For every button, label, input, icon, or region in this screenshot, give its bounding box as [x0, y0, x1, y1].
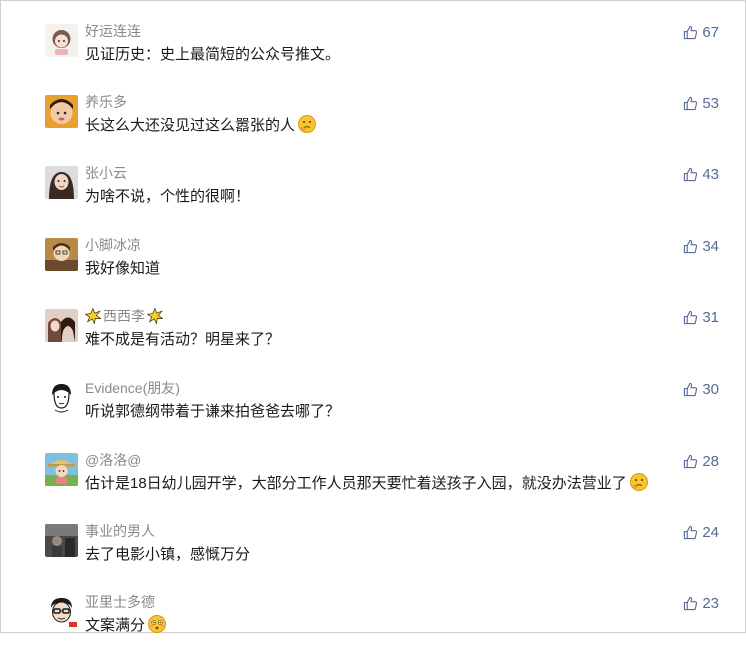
comment-item: 养乐多 长这么大还没见过这么嚣张的人 53 [1, 92, 745, 167]
like-button[interactable]: 24 [683, 522, 719, 542]
comment-list: 好运连连 见证历史：史上最简短的公众号推文。 67 养乐多 长这么大还没见过这么… [1, 1, 745, 634]
like-count: 30 [702, 380, 719, 398]
avatar[interactable] [45, 595, 78, 628]
thinking-face-emoji [298, 115, 317, 133]
comment-author: 西西李 [85, 306, 163, 326]
avatar[interactable] [45, 524, 78, 557]
thumbs-up-icon [684, 239, 698, 253]
sparkle-star-icon [147, 308, 163, 324]
comment-text: 文案满分 [85, 613, 167, 635]
thumbs-up-icon [684, 25, 698, 39]
comment-author: 张小云 [85, 163, 127, 183]
thumbs-up-icon [684, 454, 698, 468]
avatar[interactable] [45, 309, 78, 342]
comment-body: 难不成是有活动？明星来了？ [85, 330, 281, 348]
like-button[interactable]: 30 [683, 379, 719, 399]
comment-author: @洛洛@ [85, 450, 141, 470]
avatar[interactable] [45, 95, 78, 128]
comment-item: 好运连连 见证历史：史上最简短的公众号推文。 67 [1, 21, 745, 96]
comment-text: 我好像知道 [85, 256, 160, 278]
thumbs-up-icon [684, 596, 698, 610]
author-name: @洛洛@ [85, 452, 142, 468]
comment-body: 估计是18日幼儿园开学，大部分工作人员那天要忙着送孩子入园，就没办法营业了 [85, 474, 627, 492]
author-name: 西西李 [103, 308, 145, 324]
comment-author: 亚里士多德 [85, 592, 155, 612]
comment-text: 为啥不说，个性的很啊！ [85, 184, 250, 206]
avatar[interactable] [45, 24, 78, 57]
like-count: 24 [702, 523, 719, 541]
comment-author: 好运连连 [85, 21, 141, 41]
author-name: 张小云 [85, 165, 127, 181]
comment-author: 事业的男人 [85, 521, 155, 541]
avatar[interactable] [45, 453, 78, 486]
comment-author: 养乐多 [85, 92, 127, 112]
comment-body: 去了电影小镇，感慨万分 [85, 545, 251, 563]
comment-item: 亚里士多德 文案满分 23 [1, 592, 745, 667]
like-count: 28 [702, 452, 719, 470]
comment-text: 难不成是有活动？明星来了？ [85, 327, 280, 349]
thumbs-up-icon [684, 96, 698, 110]
comment-text: 见证历史：史上最简短的公众号推文。 [85, 42, 340, 64]
author-name: Evidence(朋友) [85, 380, 180, 396]
comment-body: 我好像知道 [85, 259, 161, 277]
comment-body: 见证历史：史上最简短的公众号推文。 [85, 45, 341, 63]
thumbs-up-icon [684, 382, 698, 396]
like-count: 53 [702, 94, 719, 112]
like-count: 31 [702, 308, 719, 326]
thumbs-up-icon [684, 310, 698, 324]
author-name: 好运连连 [85, 23, 141, 39]
avatar[interactable] [45, 166, 78, 199]
thumbs-up-icon [684, 167, 698, 181]
like-count: 43 [702, 165, 719, 183]
author-name: 小脚冰凉 [85, 237, 141, 253]
comment-item: 事业的男人 去了电影小镇，感慨万分 24 [1, 521, 745, 596]
comment-item: Evidence(朋友) 听说郭德纲带着于谦来拍爸爸去哪了？ 30 [1, 378, 745, 453]
thinking-face-emoji [629, 473, 648, 491]
author-name: 养乐多 [85, 94, 127, 110]
comment-author: 小脚冰凉 [85, 235, 141, 255]
avatar[interactable] [45, 238, 78, 271]
avatar[interactable] [45, 381, 78, 414]
comment-text: 长这么大还没见过这么嚣张的人 [85, 113, 317, 135]
like-button[interactable]: 34 [683, 236, 719, 256]
author-name: 亚里士多德 [85, 594, 155, 610]
like-button[interactable]: 67 [683, 22, 719, 42]
like-button[interactable]: 31 [683, 307, 719, 327]
like-button[interactable]: 53 [683, 93, 719, 113]
comment-body: 文案满分 [85, 616, 146, 634]
like-count: 23 [702, 594, 719, 612]
author-name: 事业的男人 [85, 523, 155, 539]
comment-body: 长这么大还没见过这么嚣张的人 [85, 116, 296, 134]
flushed-face-emoji [148, 615, 167, 633]
like-count: 34 [702, 237, 719, 255]
thumbs-up-icon [684, 525, 698, 539]
like-button[interactable]: 28 [683, 451, 719, 471]
like-count: 67 [702, 23, 719, 41]
comment-text: 去了电影小镇，感慨万分 [85, 542, 250, 564]
sparkle-star-icon [85, 308, 101, 324]
like-button[interactable]: 23 [683, 593, 719, 613]
comment-item: 张小云 为啥不说，个性的很啊！ 43 [1, 163, 745, 238]
comment-author: Evidence(朋友) [85, 378, 180, 398]
comment-item: 西西李 难不成是有活动？明星来了？ 31 [1, 306, 745, 381]
like-button[interactable]: 43 [683, 164, 719, 184]
comment-text: 听说郭德纲带着于谦来拍爸爸去哪了？ [85, 399, 340, 421]
comment-body: 听说郭德纲带着于谦来拍爸爸去哪了？ [85, 402, 341, 420]
comment-text: 估计是18日幼儿园开学，大部分工作人员那天要忙着送孩子入园，就没办法营业了 [85, 471, 649, 493]
comment-item: @洛洛@ 估计是18日幼儿园开学，大部分工作人员那天要忙着送孩子入园，就没办法营… [1, 450, 745, 525]
comment-item: 小脚冰凉 我好像知道 34 [1, 235, 745, 310]
comment-body: 为啥不说，个性的很啊！ [85, 187, 251, 205]
